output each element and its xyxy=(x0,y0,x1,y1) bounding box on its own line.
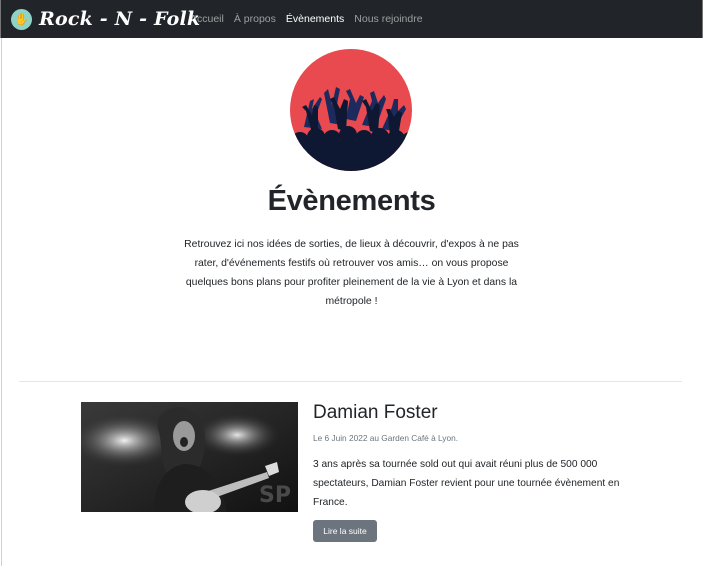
divider xyxy=(19,381,682,382)
event-description: 3 ans après sa tournée sold out qui avai… xyxy=(313,459,620,508)
brand[interactable]: ✋ Rock - N - Folk xyxy=(11,6,200,32)
guitarist-photo: SP xyxy=(81,402,298,512)
nav-link-accueil[interactable]: Accueil xyxy=(190,13,224,25)
read-more-button[interactable]: Lire la suite xyxy=(313,520,377,542)
page-edge xyxy=(1,38,2,566)
crowd-hands-icon xyxy=(290,49,412,171)
svg-text:SP: SP xyxy=(259,483,291,508)
nav-link-nous-rejoindre[interactable]: Nous rejoindre xyxy=(354,13,422,25)
navbar: ✋ Rock - N - Folk Accueil À propos Évène… xyxy=(0,0,703,38)
nav-link-evenements[interactable]: Évènements xyxy=(286,13,344,25)
event-title: Damian Foster xyxy=(313,402,438,423)
nav-link-a-propos[interactable]: À propos xyxy=(234,13,276,25)
event-date-location: Le 6 Juin 2022 au Garden Café à Lyon. xyxy=(313,433,458,443)
intro-text: Retrouvez ici nos idées de sorties, de l… xyxy=(184,239,519,307)
brand-name: Rock - N - Folk xyxy=(39,8,201,30)
nav-links: Accueil À propos Évènements Nous rejoind… xyxy=(190,0,433,38)
page-title: Évènements xyxy=(267,185,436,217)
hand-icon: ✋ xyxy=(11,8,32,30)
